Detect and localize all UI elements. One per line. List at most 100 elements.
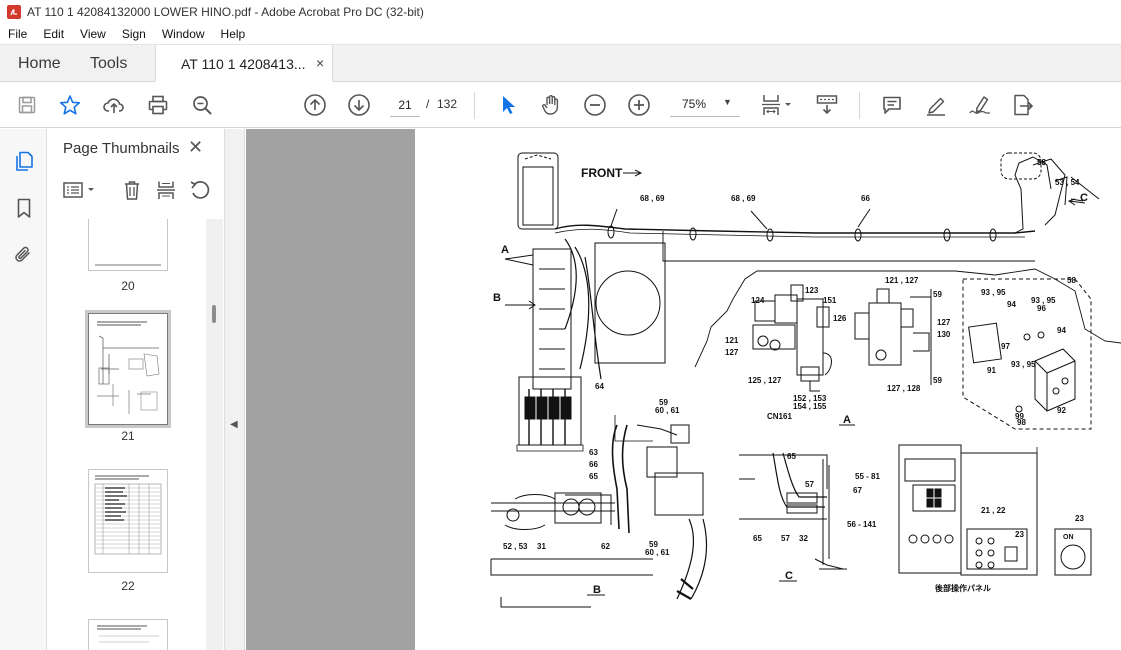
callout: 94 [1007,300,1016,309]
scrollbar-thumb[interactable] [212,305,216,323]
thumbnails-panel: Page Thumbnails ✕ 20 21 22 [48,129,223,650]
callout: 65 [753,534,762,543]
callout: 23 [1075,514,1084,523]
callout: 91 [987,366,996,375]
upload-cloud-icon[interactable] [102,93,126,117]
callout: 94 [1057,326,1066,335]
tab-close-icon[interactable]: × [316,55,324,71]
insert-page-icon[interactable] [155,179,177,201]
hand-tool-icon[interactable] [539,93,563,117]
callout: 32 [799,534,808,543]
panel-collapse-handle[interactable]: ◀ [224,129,245,650]
thumbnail-options-icon[interactable] [62,179,98,201]
zoom-in-icon[interactable] [627,93,651,117]
pdf-page: FRONT A B C 68 , 69 68 , 69 66 58 53 , 5… [415,129,1121,650]
callout: 92 [1057,406,1066,415]
callout: 55 - 81 [855,472,880,481]
delete-page-icon[interactable] [121,179,143,201]
callout: 21 , 22 [981,506,1006,515]
callout: 151 [823,296,837,305]
menu-window[interactable]: Window [154,24,213,45]
tab-document-label: AT 110 1 4208413... [181,56,306,72]
bookmark-star-icon[interactable] [58,93,82,117]
highlight-pen-icon[interactable] [924,93,948,117]
menu-edit[interactable]: Edit [35,24,72,45]
callout: 64 [595,382,604,391]
thumbnail-page[interactable] [88,469,168,573]
callout: 66 [589,460,598,469]
page-fit-icon[interactable] [760,93,794,117]
title-bar: AT 110 1 42084132000 LOWER HINO.pdf - Ad… [0,0,1121,24]
tab-tools[interactable]: Tools [90,55,127,73]
next-page-icon[interactable] [347,93,371,117]
callout: 123 [805,286,819,295]
callout-detail-c: C [785,570,793,582]
comment-icon[interactable] [880,93,904,117]
menu-view[interactable]: View [72,24,114,45]
panel-caption: 後部操作パネル [935,583,991,593]
zoom-select[interactable]: 75% ▼ [670,93,740,117]
callout: 60 , 61 [645,548,670,557]
thumbnail-page-selected[interactable] [88,313,168,425]
document-view[interactable]: FRONT A B C 68 , 69 68 , 69 66 58 53 , 5… [246,129,1121,650]
thumbnail-scrollbar[interactable] [206,219,223,650]
scroll-mode-icon[interactable] [815,93,839,117]
window-title: AT 110 1 42084132000 LOWER HINO.pdf - Ad… [27,5,424,19]
callout: 57 [781,534,790,543]
panel-close-icon[interactable]: ✕ [188,137,203,158]
thumbnail-page[interactable] [88,619,168,650]
callout: 154 , 155 [793,402,827,411]
page-thumbnails-icon[interactable] [12,149,36,173]
callout: 65 [589,472,598,481]
callout: 56 - 141 [847,520,877,529]
save-icon[interactable] [15,93,39,117]
export-pdf-icon[interactable] [1011,93,1035,117]
sign-pen-icon[interactable] [968,93,992,117]
callout: 93 , 95 [1011,360,1036,369]
callout-b-main: B [493,292,501,304]
thumbnail-page-number: 21 [121,429,135,443]
thumbnail-page-number: 20 [121,279,135,293]
callout: 58 [1067,276,1076,285]
tab-home[interactable]: Home [18,55,61,73]
callout: 98 [1017,418,1026,427]
page-number-input[interactable] [390,93,420,117]
tab-document[interactable]: AT 110 1 4208413... × [155,45,333,82]
previous-page-icon[interactable] [303,93,327,117]
callout: ON [1063,534,1074,541]
callout-detail-b: B [593,584,601,596]
zoom-search-icon[interactable] [190,93,214,117]
menu-sign[interactable]: Sign [114,24,154,45]
callout: 53 , 54 [1055,178,1080,187]
callout-detail-a: A [843,414,851,426]
callout: 67 [853,486,862,495]
rotate-page-icon[interactable] [189,179,211,201]
panel-title: Page Thumbnails [63,140,180,157]
callout: 124 [751,296,765,305]
schematic-drawing: FRONT A B C 68 , 69 68 , 69 66 58 53 , 5… [490,152,1121,608]
acrobat-pdf-icon [7,5,21,19]
page-total: 132 [437,97,458,111]
print-icon[interactable] [146,93,170,117]
callout: 121 [725,336,739,345]
thumbnail-page[interactable] [88,219,168,271]
callout: 63 [589,448,598,457]
callout-a-main: A [501,244,509,256]
toolbar-divider [859,92,860,119]
callout: 97 [1001,342,1010,351]
callout: 127 [937,318,951,327]
zoom-out-icon[interactable] [583,93,607,117]
attachments-icon[interactable] [12,243,36,267]
toolbar-divider [474,92,475,119]
callout: 59 [933,376,942,385]
callout: 93 , 95 [981,288,1006,297]
select-cursor-icon[interactable] [496,93,520,117]
callout: 68 , 69 [731,194,756,203]
callout: 62 [601,542,610,551]
bookmarks-icon[interactable] [12,196,36,220]
menu-help[interactable]: Help [213,24,254,45]
menu-file[interactable]: File [0,24,35,45]
callout: 31 [537,542,546,551]
chevron-down-icon: ▼ [723,97,732,107]
callout: 57 [805,480,814,489]
